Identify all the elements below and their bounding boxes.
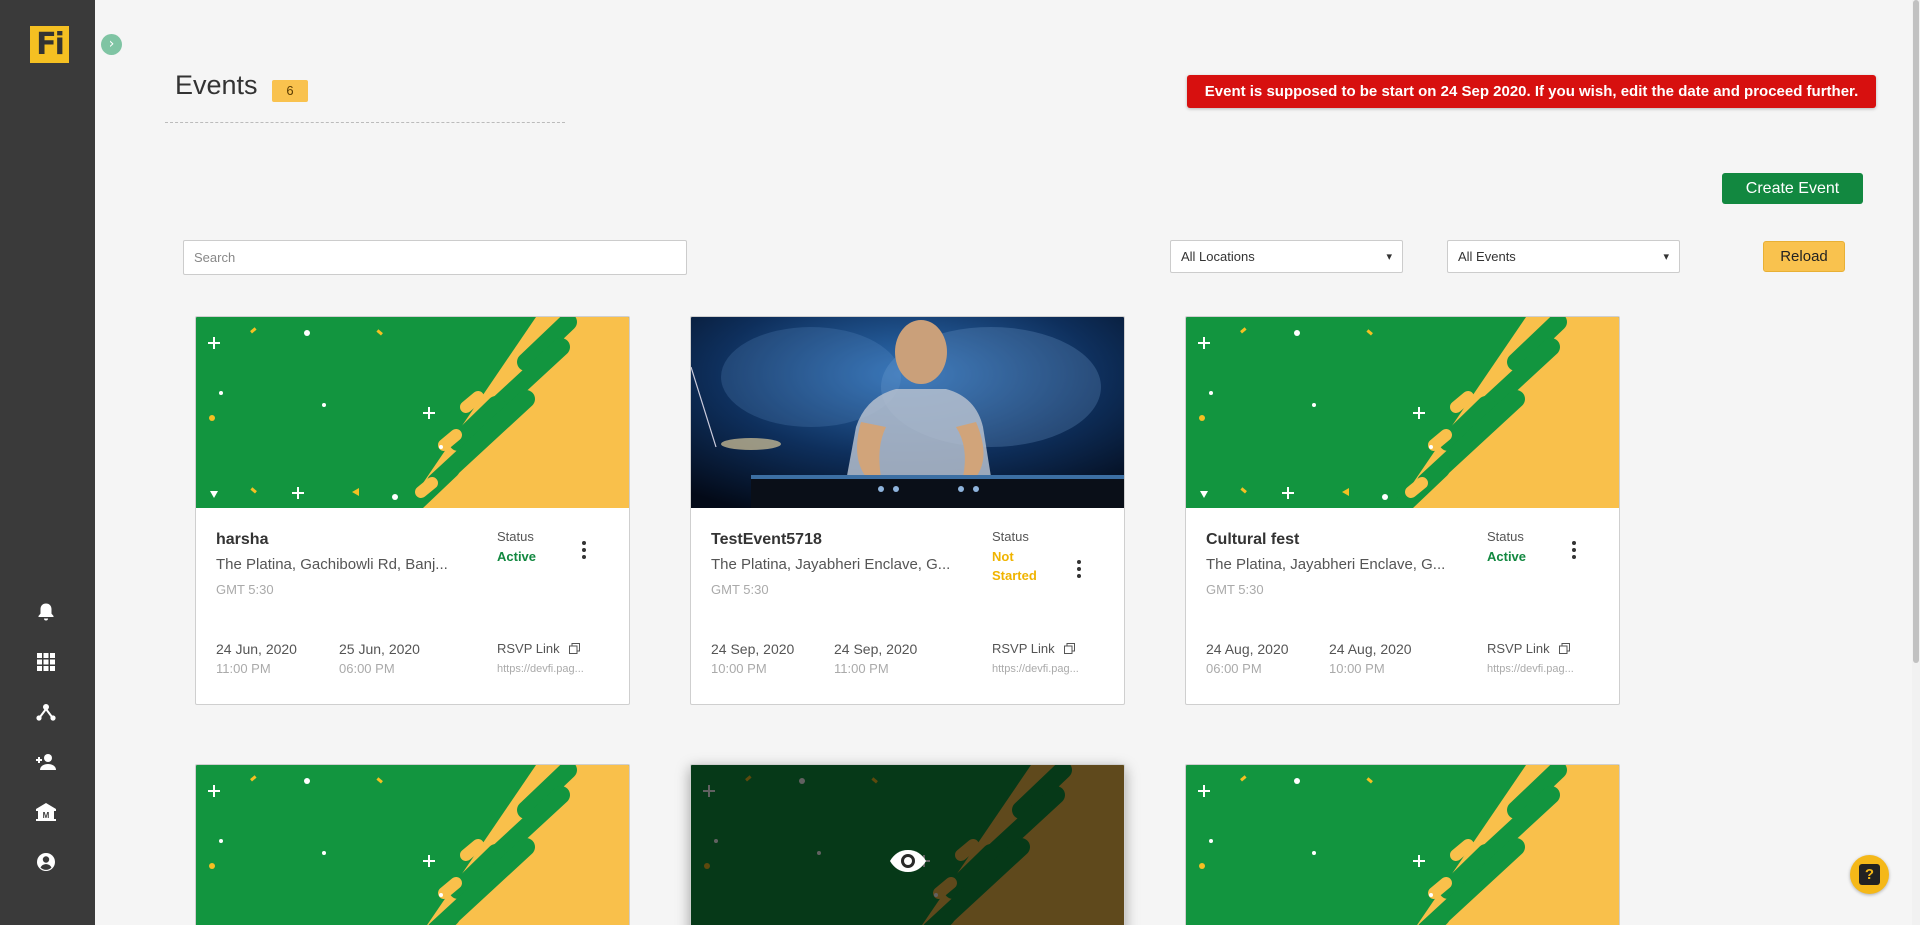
start-date: 24 Aug, 2020: [1206, 641, 1289, 657]
start-date: 24 Sep, 2020: [711, 641, 795, 657]
event-name: harsha: [216, 531, 269, 548]
event-card[interactable]: [1185, 764, 1620, 925]
rsvp-link[interactable]: RSVP Link: [497, 641, 581, 657]
institution-icon[interactable]: M: [34, 800, 58, 824]
copy-icon[interactable]: [569, 642, 581, 657]
event-count-badge: 6: [272, 80, 308, 102]
start-time: 10:00 PM: [711, 661, 767, 676]
event-card[interactable]: Cultural fest The Platina, Jayabheri Enc…: [1185, 316, 1620, 705]
page-title: Events: [175, 70, 258, 100]
rsvp-label: RSVP Link: [497, 641, 560, 656]
event-card[interactable]: TestEvent5718 The Platina, Jayabheri Enc…: [690, 316, 1125, 705]
event-card-hovered[interactable]: [690, 764, 1125, 925]
event-timezone: GMT 5:30: [1206, 582, 1264, 597]
app-logo[interactable]: Fi: [30, 26, 69, 63]
location-select[interactable]: All Locations ▾: [1170, 240, 1403, 273]
event-banner-image[interactable]: [691, 317, 1124, 508]
event-timezone: GMT 5:30: [216, 582, 274, 597]
event-name: TestEvent5718: [711, 531, 822, 548]
sidebar: Fi M: [0, 0, 95, 925]
copy-icon[interactable]: [1064, 642, 1076, 657]
location-select-value: All Locations: [1181, 249, 1255, 264]
event-banner-image[interactable]: [196, 317, 629, 508]
search-input[interactable]: [183, 240, 687, 275]
event-banner-image[interactable]: [196, 765, 629, 925]
end-time: 11:00 PM: [834, 661, 889, 676]
event-name: Cultural fest: [1206, 531, 1300, 548]
end-time: 10:00 PM: [1329, 661, 1385, 676]
status-badge: Active: [497, 549, 537, 564]
event-card[interactable]: [195, 764, 630, 925]
event-timezone: GMT 5:30: [711, 582, 769, 597]
rsvp-url[interactable]: https://devfi.pag...: [1487, 663, 1582, 675]
end-date: 24 Aug, 2020: [1329, 641, 1412, 657]
rsvp-label: RSVP Link: [992, 641, 1055, 656]
event-banner-image[interactable]: [691, 765, 1124, 925]
more-options-icon[interactable]: [1567, 539, 1581, 563]
bell-icon[interactable]: [34, 600, 58, 624]
end-time: 06:00 PM: [339, 661, 395, 676]
end-date: 24 Sep, 2020: [834, 641, 918, 657]
rsvp-link[interactable]: RSVP Link: [1487, 641, 1571, 657]
start-date: 24 Jun, 2020: [216, 641, 297, 657]
event-address: The Platina, Gachibowli Rd, Banj...: [216, 556, 448, 573]
question-icon: ?: [1859, 864, 1880, 885]
date-warning-alert: Event is supposed to be start on 24 Sep …: [1187, 75, 1876, 108]
page-scrollbar[interactable]: [1912, 0, 1920, 925]
start-time: 11:00 PM: [216, 661, 271, 676]
start-time: 06:00 PM: [1206, 661, 1262, 676]
event-address: The Platina, Jayabheri Enclave, G...: [711, 556, 951, 573]
add-user-icon[interactable]: [34, 750, 58, 774]
reload-button[interactable]: Reload: [1763, 241, 1845, 272]
status-label: Status: [497, 529, 534, 544]
rsvp-url[interactable]: https://devfi.pag...: [992, 663, 1087, 675]
status-badge: Not Started: [992, 549, 1037, 583]
event-banner-image[interactable]: [1186, 765, 1619, 925]
help-button[interactable]: ?: [1850, 855, 1889, 894]
hierarchy-icon[interactable]: [34, 700, 58, 724]
grid-icon[interactable]: [34, 650, 58, 674]
chevron-right-icon: ›: [108, 36, 115, 52]
event-address: The Platina, Jayabheri Enclave, G...: [1206, 556, 1446, 573]
account-icon[interactable]: [34, 850, 58, 874]
more-options-icon[interactable]: [577, 539, 591, 563]
event-banner-image[interactable]: [1186, 317, 1619, 508]
create-event-button[interactable]: Create Event: [1722, 173, 1863, 204]
chevron-down-icon: ▾: [1386, 250, 1392, 263]
copy-icon[interactable]: [1559, 642, 1571, 657]
chevron-down-icon: ▾: [1663, 250, 1669, 263]
title-divider: [165, 122, 565, 123]
rsvp-url[interactable]: https://devfi.pag...: [497, 663, 592, 675]
status-badge: Active: [1487, 549, 1527, 564]
rsvp-label: RSVP Link: [1487, 641, 1550, 656]
rsvp-link[interactable]: RSVP Link: [992, 641, 1076, 657]
event-card[interactable]: harsha The Platina, Gachibowli Rd, Banj.…: [195, 316, 630, 705]
more-options-icon[interactable]: [1072, 558, 1086, 582]
status-label: Status: [1487, 529, 1524, 544]
sidebar-toggle-button[interactable]: ›: [101, 34, 122, 55]
scrollbar-thumb[interactable]: [1913, 0, 1919, 663]
end-date: 25 Jun, 2020: [339, 641, 420, 657]
eye-icon[interactable]: [889, 849, 927, 873]
svg-text:M: M: [43, 811, 50, 820]
events-select-value: All Events: [1458, 249, 1516, 264]
events-select[interactable]: All Events ▾: [1447, 240, 1680, 273]
preview-overlay[interactable]: [691, 765, 1124, 925]
status-label: Status: [992, 529, 1029, 544]
